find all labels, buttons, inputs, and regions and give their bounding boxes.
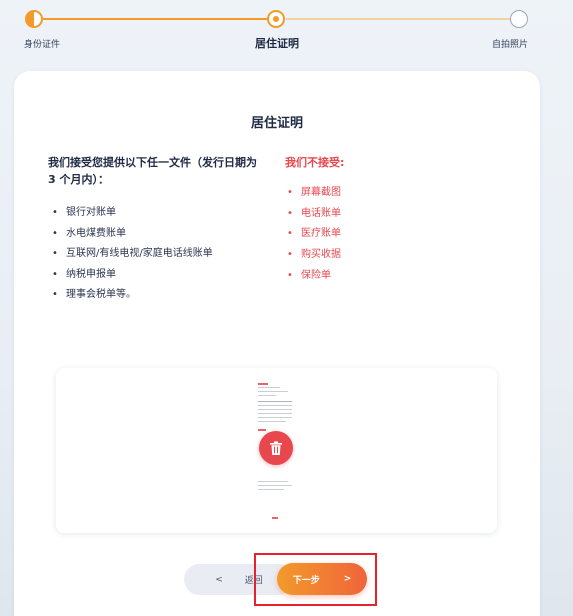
accepted-doc-item: 纳税申报单 [48, 265, 213, 286]
delete-document-button[interactable] [259, 431, 293, 465]
accepted-doc-item: 水电煤费账单 [48, 224, 213, 245]
progress-stepper: 身份证件 居住证明 自拍照片 [0, 0, 573, 60]
accepted-doc-item: 银行对账单 [48, 203, 213, 224]
rejected-doc-item: 电话账单 [285, 204, 341, 225]
rejected-doc-item: 保险单 [285, 266, 341, 287]
accepted-docs-list: 银行对账单 水电煤费账单 互联网/有线电视/家庭电话线账单 纳税申报单 理事会税… [48, 203, 213, 306]
card-title: 居住证明 [250, 116, 303, 131]
step-2-label: 居住证明 [255, 37, 299, 50]
accepted-docs-heading: 我们接受您提供以下任一文件（发行日期为 3 个月内）： [48, 156, 257, 186]
rejected-docs-list: 屏幕截图 电话账单 医疗账单 购买收据 保险单 [285, 183, 341, 287]
rejected-docs-heading: 我们不接受: [285, 156, 345, 169]
trash-icon [270, 440, 282, 455]
chevron-left-icon: < [215, 574, 223, 585]
accepted-doc-item: 理事会税单等。 [48, 285, 213, 306]
rejected-doc-item: 购买收据 [285, 245, 341, 266]
step-2-indicator [267, 10, 285, 28]
accepted-doc-item: 互联网/有线电视/家庭电话线账单 [48, 244, 213, 265]
rejected-doc-item: 屏幕截图 [285, 183, 341, 204]
step-1-indicator [25, 10, 43, 28]
chevron-right-icon: > [343, 574, 352, 584]
residence-proof-card: 居住证明 我们接受您提供以下任一文件（发行日期为 3 个月内）： 银行对账单 水… [14, 71, 540, 616]
stepper-line-completed [40, 18, 268, 20]
step-1-label: 身份证件 [24, 40, 61, 50]
rejected-doc-item: 医疗账单 [285, 224, 341, 245]
step-3-indicator [510, 10, 528, 28]
next-button-label: 下一步 [292, 575, 320, 586]
next-step-button[interactable]: 下一步 > [277, 563, 367, 595]
step-3-label: 自拍照片 [492, 40, 529, 50]
stepper-line-pending [286, 18, 512, 20]
uploaded-document-preview [56, 368, 497, 533]
